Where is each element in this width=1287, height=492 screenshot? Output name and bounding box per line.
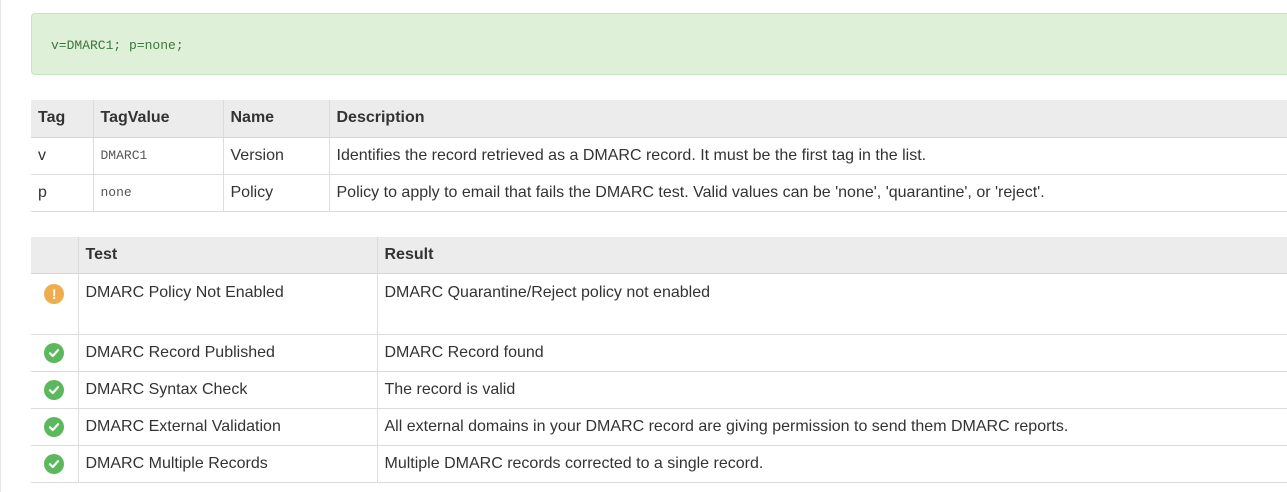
tag-value-cell: none [92, 174, 223, 212]
test-result-cell: The record is valid [376, 371, 1287, 409]
dmarc-record-text: v=DMARC1; p=none; [51, 38, 184, 53]
warning-icon: ! [44, 283, 65, 304]
status-cell: ! [31, 273, 78, 335]
description-column-header[interactable]: Description [328, 100, 1287, 138]
dmarc-tag-table: Tag TagValue Name Description v DMARC1 V… [31, 100, 1287, 212]
tag-cell: p [31, 174, 93, 212]
test-name-cell: DMARC Syntax Check [77, 371, 377, 409]
table-row: DMARC Syntax Check The record is valid [31, 371, 1287, 409]
page-left-border [0, 0, 1, 492]
check-icon [44, 416, 65, 437]
test-name-cell: DMARC Record Published [77, 334, 377, 372]
status-cell [31, 408, 78, 446]
tag-table-header-row: Tag TagValue Name Description [31, 100, 1287, 138]
test-result-cell: DMARC Record found [376, 334, 1287, 372]
check-icon [44, 342, 65, 363]
tag-description-cell: Policy to apply to email that fails the … [328, 174, 1287, 212]
dmarc-record-box: v=DMARC1; p=none; [31, 13, 1287, 75]
test-column-header[interactable]: Test [77, 237, 377, 274]
status-cell [31, 371, 78, 409]
tag-name-cell: Version [222, 137, 329, 175]
check-icon [44, 453, 65, 474]
tag-column-header[interactable]: Tag [31, 100, 93, 138]
result-column-header[interactable]: Result [376, 237, 1287, 274]
table-row: ! DMARC Policy Not Enabled DMARC Quarant… [31, 273, 1287, 335]
tag-cell: v [31, 137, 93, 175]
test-result-cell: All external domains in your DMARC recor… [376, 408, 1287, 446]
table-row: DMARC External Validation All external d… [31, 408, 1287, 446]
test-name-cell: DMARC Multiple Records [77, 445, 377, 483]
table-row: DMARC Record Published DMARC Record foun… [31, 334, 1287, 372]
dmarc-test-results-table: Test Result ! DMARC Policy Not Enabled D… [31, 237, 1287, 483]
check-icon [44, 379, 65, 400]
test-result-cell: Multiple DMARC records corrected to a si… [376, 445, 1287, 483]
test-name-cell: DMARC External Validation [77, 408, 377, 446]
test-result-cell: DMARC Quarantine/Reject policy not enabl… [376, 273, 1287, 335]
status-column-header [31, 237, 78, 274]
table-row: v DMARC1 Version Identifies the record r… [31, 137, 1287, 175]
tag-name-cell: Policy [222, 174, 329, 212]
table-row: DMARC Multiple Records Multiple DMARC re… [31, 445, 1287, 483]
table-row: p none Policy Policy to apply to email t… [31, 174, 1287, 212]
tagvalue-column-header[interactable]: TagValue [92, 100, 223, 138]
test-table-header-row: Test Result [31, 237, 1287, 274]
status-cell [31, 445, 78, 483]
tag-value-cell: DMARC1 [92, 137, 223, 175]
name-column-header[interactable]: Name [222, 100, 329, 138]
tag-description-cell: Identifies the record retrieved as a DMA… [328, 137, 1287, 175]
status-cell [31, 334, 78, 372]
test-name-cell: DMARC Policy Not Enabled [77, 273, 377, 335]
